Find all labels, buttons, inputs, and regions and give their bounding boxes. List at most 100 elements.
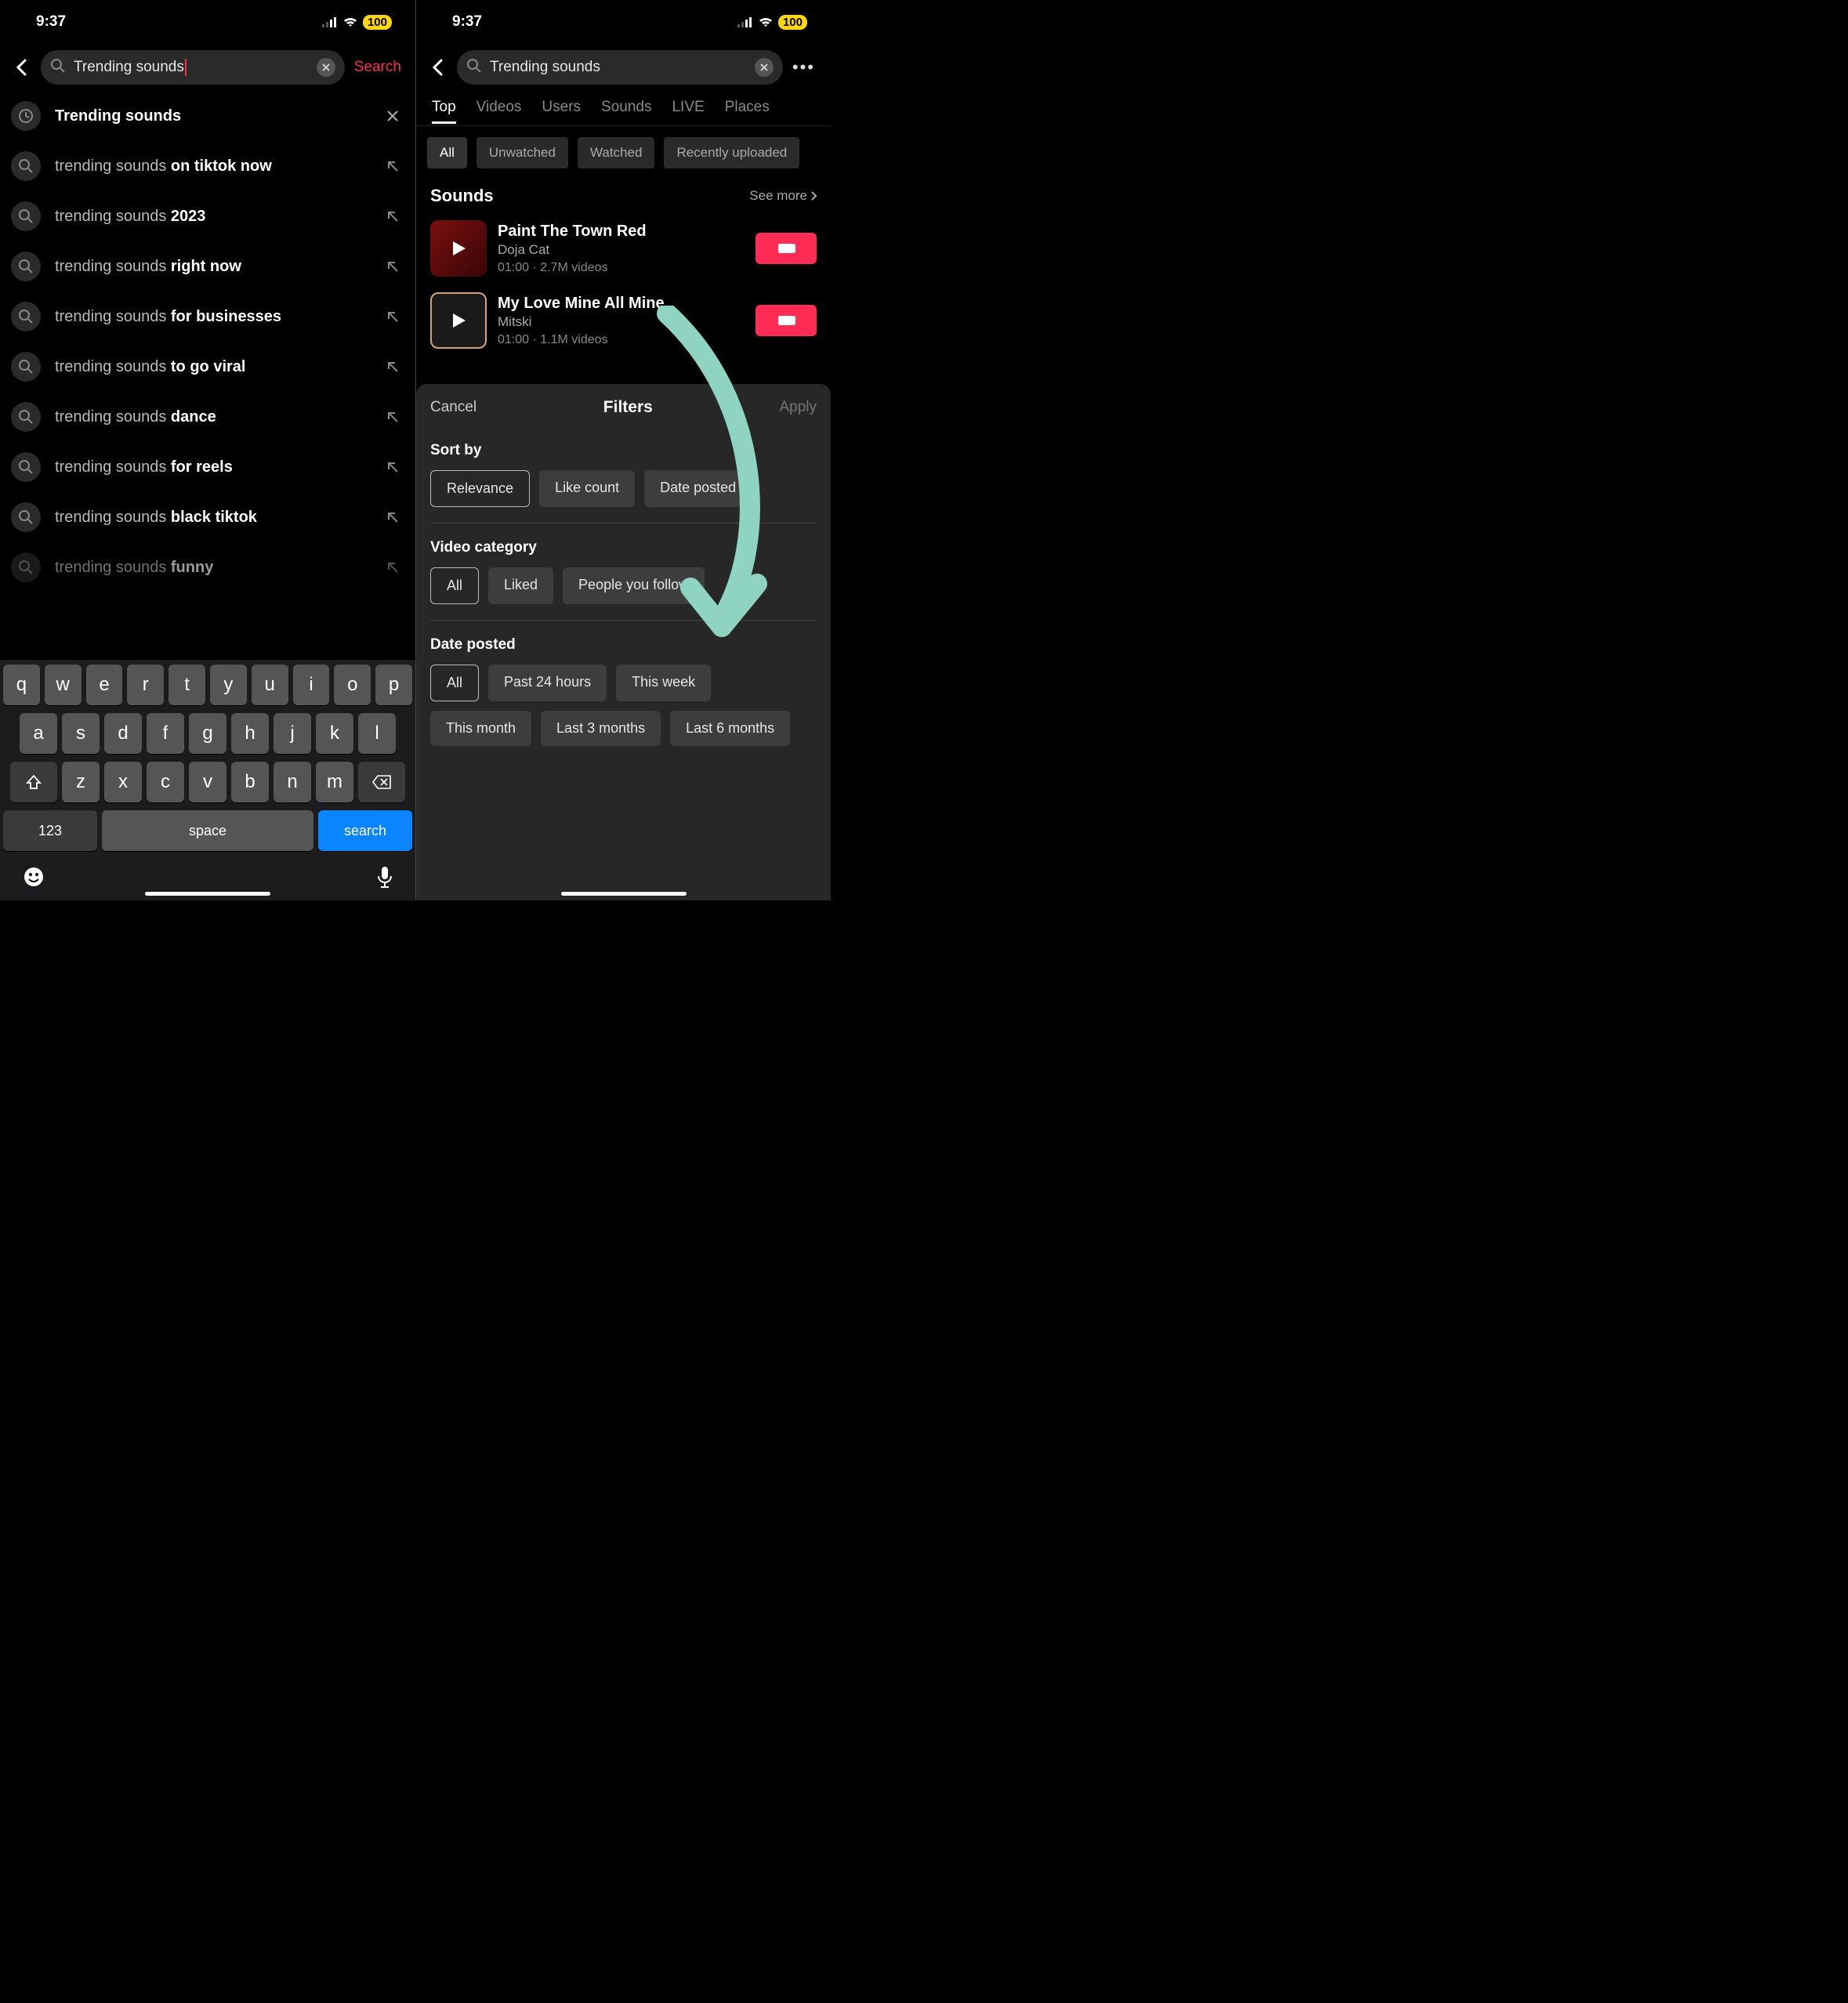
suggestion-item[interactable]: trending sounds on tiktok now [11,141,404,191]
filter-chip[interactable]: Liked [488,567,553,604]
insert-arrow-icon[interactable] [381,410,404,424]
clear-icon[interactable] [317,58,335,77]
insert-arrow-icon[interactable] [381,460,404,474]
key-e[interactable]: e [86,665,123,705]
key-s[interactable]: s [62,713,100,754]
back-button[interactable] [11,59,31,76]
space-key[interactable]: space [102,810,313,851]
key-u[interactable]: u [252,665,288,705]
suggestion-item[interactable]: trending sounds right now [11,241,404,292]
tab-users[interactable]: Users [542,99,581,116]
sound-item[interactable]: My Love Mine All MineMitski01:00 · 1.1M … [416,284,831,357]
search-text: Trending sounds [490,59,747,76]
key-q[interactable]: q [3,665,40,705]
insert-arrow-icon[interactable] [381,310,404,324]
insert-arrow-icon[interactable] [381,159,404,173]
key-o[interactable]: o [334,665,371,705]
chip-watched[interactable]: Watched [578,137,654,168]
key-g[interactable]: g [189,713,226,754]
tab-sounds[interactable]: Sounds [601,99,651,116]
insert-arrow-icon[interactable] [381,209,404,223]
suggestion-item[interactable]: trending sounds dance [11,392,404,442]
key-d[interactable]: d [104,713,142,754]
sound-title: My Love Mine All Mine [498,295,745,313]
key-f[interactable]: f [147,713,184,754]
key-b[interactable]: b [231,762,269,802]
filter-chip[interactable]: Relevance [430,470,530,507]
filter-chip[interactable]: All [430,665,479,701]
tab-live[interactable]: LIVE [672,99,704,116]
back-button[interactable] [427,59,448,76]
apply-button[interactable]: Apply [779,399,817,416]
key-p[interactable]: p [375,665,412,705]
shift-key[interactable] [10,762,57,802]
emoji-icon[interactable] [22,865,45,893]
sound-item[interactable]: Paint The Town RedDoja Cat01:00 · 2.7M v… [416,212,831,284]
backspace-key[interactable] [358,762,405,802]
mic-icon[interactable] [376,865,393,893]
key-w[interactable]: w [45,665,82,705]
use-sound-button[interactable] [756,233,817,264]
filter-chip[interactable]: Past 24 hours [488,665,607,701]
tab-videos[interactable]: Videos [476,99,522,116]
key-y[interactable]: y [210,665,247,705]
suggestion-item[interactable]: trending sounds black tiktok [11,492,404,542]
key-i[interactable]: i [293,665,330,705]
numbers-key[interactable]: 123 [3,810,97,851]
suggestion-item[interactable]: trending sounds for businesses [11,292,404,342]
remove-icon[interactable] [381,109,404,123]
use-sound-button[interactable] [756,305,817,336]
key-j[interactable]: j [274,713,311,754]
key-c[interactable]: c [147,762,184,802]
filter-chip[interactable]: Like count [539,470,635,507]
tab-places[interactable]: Places [725,99,770,116]
keyboard[interactable]: qwertyuiop asdfghjkl zxcvbnm 123 space s… [0,660,415,900]
key-r[interactable]: r [127,665,164,705]
cancel-button[interactable]: Cancel [430,399,476,416]
insert-arrow-icon[interactable] [381,360,404,374]
sound-thumbnail[interactable] [430,220,487,277]
insert-arrow-icon[interactable] [381,510,404,524]
suggestion-item[interactable]: Trending sounds [11,91,404,141]
key-k[interactable]: k [316,713,353,754]
insert-arrow-icon[interactable] [381,259,404,273]
clear-icon[interactable] [755,58,774,77]
suggestion-item[interactable]: trending sounds for reels [11,442,404,492]
search-button[interactable]: Search [354,59,404,76]
key-v[interactable]: v [189,762,226,802]
sound-title: Paint The Town Red [498,223,745,241]
key-a[interactable]: a [20,713,57,754]
home-indicator[interactable] [561,892,687,896]
keyboard-search-key[interactable]: search [318,810,412,851]
filter-chip[interactable]: This week [616,665,711,701]
chip-recently-uploaded[interactable]: Recently uploaded [664,137,799,168]
filter-chip[interactable]: This month [430,711,531,746]
insert-arrow-icon[interactable] [381,560,404,574]
suggestion-item[interactable]: trending sounds 2023 [11,191,404,241]
search-icon [466,58,482,78]
tab-top[interactable]: Top [432,99,456,116]
sound-thumbnail[interactable] [430,292,487,349]
search-icon [11,151,41,181]
filter-chip[interactable]: Last 6 months [670,711,790,746]
see-more-button[interactable]: See more [749,188,817,204]
suggestion-item[interactable]: trending sounds funny [11,542,404,592]
chip-all[interactable]: All [427,137,467,168]
search-input[interactable]: Trending sounds [457,50,783,85]
key-l[interactable]: l [358,713,396,754]
home-indicator[interactable] [145,892,270,896]
filter-chip[interactable]: People you follow [563,567,705,604]
chip-unwatched[interactable]: Unwatched [476,137,568,168]
filter-chip[interactable]: All [430,567,479,604]
key-m[interactable]: m [316,762,353,802]
filter-chip[interactable]: Date posted [644,470,752,507]
suggestion-item[interactable]: trending sounds to go viral [11,342,404,392]
key-t[interactable]: t [168,665,205,705]
search-input[interactable]: Trending sounds [41,50,345,85]
more-button[interactable]: ••• [792,57,820,78]
key-z[interactable]: z [62,762,100,802]
filter-chip[interactable]: Last 3 months [541,711,661,746]
key-h[interactable]: h [231,713,269,754]
key-x[interactable]: x [104,762,142,802]
key-n[interactable]: n [274,762,311,802]
